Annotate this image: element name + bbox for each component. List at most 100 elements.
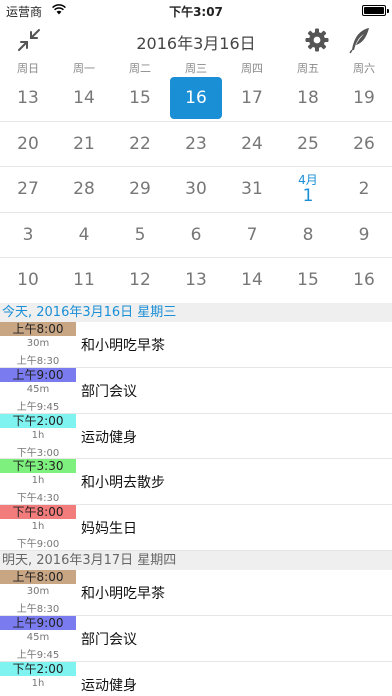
status-time: 下午3:07 xyxy=(169,5,223,19)
calendar-day[interactable]: 6 xyxy=(168,213,224,258)
event-start-time: 上午9:00 xyxy=(0,615,76,630)
calendar-day[interactable]: 10 xyxy=(0,258,56,303)
day-number: 16 xyxy=(353,270,375,291)
day-number: 8 xyxy=(302,224,314,245)
event-title: 部门会议 xyxy=(81,631,137,648)
calendar-day[interactable]: 8 xyxy=(280,213,336,258)
day-number: 20 xyxy=(17,133,39,154)
calendar-day[interactable]: 23 xyxy=(168,122,224,167)
weekday-label: 周五 xyxy=(297,62,319,75)
weekday-label: 周六 xyxy=(353,62,375,75)
calendar-day-month-start[interactable]: 4月 1 xyxy=(280,167,336,212)
agenda-list: 今天, 2016年3月16日 星期三 上午8:00 30m 上午8:30 和小明… xyxy=(0,303,392,696)
event-row[interactable]: 下午3:30 1h 下午4:30 和小明去散步 xyxy=(0,459,392,506)
event-title: 运动健身 xyxy=(81,677,137,694)
calendar-day[interactable]: 7 xyxy=(224,213,280,258)
day-number: 31 xyxy=(241,179,263,200)
day-number: 28 xyxy=(73,179,95,200)
day-number: 10 xyxy=(17,270,39,291)
day-number: 15 xyxy=(129,88,151,109)
calendar-day[interactable]: 30 xyxy=(168,167,224,212)
calendar-day[interactable]: 11 xyxy=(56,258,112,303)
day-number: 6 xyxy=(190,224,202,245)
calendar-day[interactable]: 22 xyxy=(112,122,168,167)
calendar-day[interactable]: 21 xyxy=(56,122,112,167)
calendar-day[interactable]: 15 xyxy=(280,258,336,303)
calendar-day[interactable]: 9 xyxy=(336,213,392,258)
calendar-day[interactable]: 14 xyxy=(224,258,280,303)
calendar-day[interactable]: 20 xyxy=(0,122,56,167)
day-number: 11 xyxy=(73,270,95,291)
day-number: 13 xyxy=(185,270,207,291)
battery-icon xyxy=(362,5,389,16)
event-start-time: 下午2:00 xyxy=(0,413,76,428)
calendar-grid: 13 14 15 16 17 18 19 20 21 22 23 24 25 2… xyxy=(0,76,392,304)
day-number: 16 xyxy=(185,88,207,109)
day-number: 18 xyxy=(297,88,319,109)
event-title: 部门会议 xyxy=(81,383,137,400)
weekday-label: 周四 xyxy=(241,62,263,75)
quill-icon[interactable] xyxy=(348,26,372,54)
day-number: 1 xyxy=(302,185,314,206)
day-number: 13 xyxy=(17,88,39,109)
day-number: 4 xyxy=(78,224,90,245)
event-duration: 30m xyxy=(26,338,50,349)
calendar-day[interactable]: 31 xyxy=(224,167,280,212)
day-number: 17 xyxy=(241,88,263,109)
calendar-day[interactable]: 5 xyxy=(112,213,168,258)
day-number: 7 xyxy=(246,224,258,245)
calendar-day[interactable]: 27 xyxy=(0,167,56,212)
battery-level xyxy=(364,7,384,14)
calendar-week-row: 27 28 29 30 31 4月 1 2 xyxy=(0,167,392,213)
event-duration: 1h xyxy=(31,521,45,533)
day-number: 14 xyxy=(241,270,263,291)
calendar-day[interactable]: 14 xyxy=(56,76,112,121)
day-number: 26 xyxy=(353,133,375,154)
calendar-day[interactable]: 16 xyxy=(336,258,392,303)
day-number: 12 xyxy=(129,270,151,291)
event-row[interactable]: 下午2:00 1h 运动健身 xyxy=(0,661,392,696)
calendar-day[interactable]: 3 xyxy=(0,213,56,258)
event-title: 和小明吃早茶 xyxy=(81,585,165,602)
calendar-day-selected[interactable]: 16 xyxy=(168,76,224,121)
event-title: 运动健身 xyxy=(81,429,137,446)
weekday-label: 周二 xyxy=(129,62,151,75)
calendar-day[interactable]: 25 xyxy=(280,122,336,167)
weekday-label: 周日 xyxy=(17,62,39,75)
day-number: 22 xyxy=(129,133,151,154)
event-start-time: 上午8:00 xyxy=(0,322,76,336)
calendar-day[interactable]: 28 xyxy=(56,167,112,212)
calendar-day[interactable]: 2 xyxy=(336,167,392,212)
event-row[interactable]: 上午8:00 30m 上午8:30 和小明吃早茶 xyxy=(0,569,392,616)
calendar-day[interactable]: 24 xyxy=(224,122,280,167)
calendar-day[interactable]: 26 xyxy=(336,122,392,167)
event-duration: 45m xyxy=(26,383,50,395)
day-number: 27 xyxy=(17,179,39,200)
event-start-time: 下午8:00 xyxy=(0,505,76,520)
event-end-time: 上午8:30 xyxy=(16,603,60,615)
event-duration: 30m xyxy=(26,585,50,597)
gear-icon[interactable] xyxy=(304,27,330,53)
event-start-time: 上午8:00 xyxy=(0,569,76,584)
event-row[interactable]: 上午8:00 30m 上午8:30 和小明吃早茶 xyxy=(0,322,392,368)
event-row[interactable]: 下午2:00 1h 下午3:00 运动健身 xyxy=(0,413,392,460)
event-row[interactable]: 下午8:00 1h 下午9:00 妈妈生日 xyxy=(0,505,392,551)
day-number: 5 xyxy=(134,224,146,245)
day-number: 3 xyxy=(22,224,34,245)
calendar-day[interactable]: 15 xyxy=(112,76,168,121)
calendar-day[interactable]: 18 xyxy=(280,76,336,121)
top-bar: 2016年3月16日 xyxy=(0,20,392,60)
calendar-week-row: 20 21 22 23 24 25 26 xyxy=(0,122,392,167)
event-end-time: 下午3:00 xyxy=(16,447,60,459)
calendar-day[interactable]: 4 xyxy=(56,213,112,258)
calendar-day[interactable]: 17 xyxy=(224,76,280,121)
calendar-day[interactable]: 13 xyxy=(0,76,56,121)
calendar-day[interactable]: 12 xyxy=(112,258,168,303)
calendar-day[interactable]: 13 xyxy=(168,258,224,303)
event-row[interactable]: 上午9:00 45m 上午9:45 部门会议 xyxy=(0,615,392,662)
calendar-day[interactable]: 29 xyxy=(112,167,168,212)
day-number: 21 xyxy=(73,133,95,154)
event-row[interactable]: 上午9:00 45m 上午9:45 部门会议 xyxy=(0,367,392,414)
calendar-day[interactable]: 19 xyxy=(336,76,392,121)
day-number: 29 xyxy=(129,179,151,200)
